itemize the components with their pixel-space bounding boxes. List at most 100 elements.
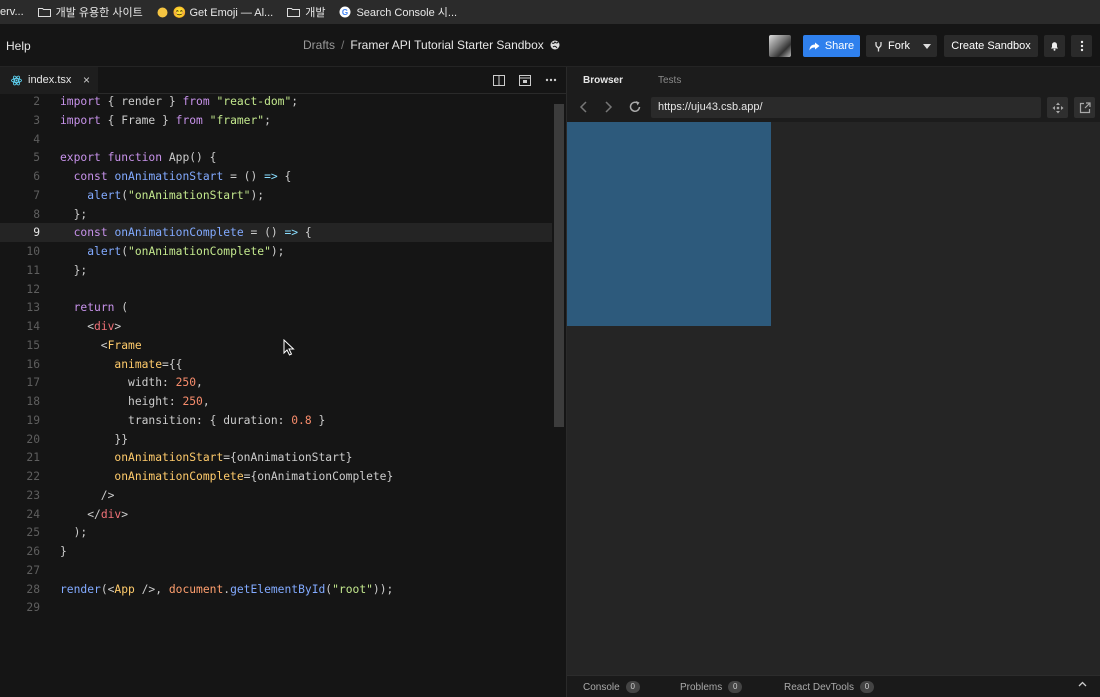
bookmark-label: 개발 유용한 사이트 xyxy=(55,7,143,19)
bookmark-item[interactable]: 😊 Get Emoji — Al... xyxy=(157,6,274,19)
count-badge: 0 xyxy=(625,681,640,693)
breadcrumb-drafts[interactable]: Drafts xyxy=(303,38,335,52)
file-tab-index[interactable]: index.tsx × xyxy=(0,67,98,94)
code-line[interactable]: 13 return ( xyxy=(0,298,552,317)
code-line[interactable]: 19 transition: { duration: 0.8 } xyxy=(0,411,552,430)
chevron-up-icon[interactable] xyxy=(1078,681,1087,687)
console-tab[interactable]: Console 0 xyxy=(583,681,640,693)
code-line[interactable]: 29 xyxy=(0,598,552,617)
problems-tab[interactable]: Problems 0 xyxy=(680,681,743,693)
split-view-button[interactable] xyxy=(491,72,507,88)
tab-tests[interactable]: Tests xyxy=(642,75,717,86)
bookmark-label: erv... xyxy=(0,6,24,18)
bookmark-item[interactable]: erv... xyxy=(0,6,24,18)
share-icon xyxy=(809,42,820,50)
bookmark-label: 😊 Get Emoji — Al... xyxy=(172,6,274,19)
sandbox-title[interactable]: Framer API Tutorial Starter Sandbox xyxy=(350,38,543,52)
line-number: 23 xyxy=(26,488,40,502)
url-input[interactable]: https://uju43.csb.app/ xyxy=(651,97,1041,118)
line-number: 26 xyxy=(26,545,40,558)
code-text: /> xyxy=(60,488,115,502)
devtools-toggle-button[interactable] xyxy=(1047,97,1068,118)
code-line[interactable]: 3 import { Frame } from "framer"; xyxy=(0,111,552,130)
code-line[interactable]: 25 ); xyxy=(0,523,552,542)
code-line[interactable]: 17 width: 250, xyxy=(0,373,552,392)
bookmark-item[interactable]: 개발 유용한 사이트 xyxy=(37,4,143,20)
editor-more-button[interactable] xyxy=(543,72,559,88)
react-devtools-tab-label: React DevTools xyxy=(784,681,855,693)
fork-button[interactable]: Fork xyxy=(866,35,937,57)
code-line[interactable]: 14 <div> xyxy=(0,317,552,336)
code-line[interactable]: 21 onAnimationStart={onAnimationStart} xyxy=(0,448,552,467)
code-line[interactable]: 28 render(<App />, document.getElementByI… xyxy=(0,580,552,599)
more-menu-button[interactable] xyxy=(1071,35,1092,57)
browser-pane: Browser Tests https://uju43.csb.app/ Con… xyxy=(566,67,1100,697)
share-button[interactable]: Share xyxy=(803,35,860,57)
line-number: 3 xyxy=(33,113,40,127)
code-line[interactable]: 15 <Frame xyxy=(0,336,552,355)
line-number: 15 xyxy=(26,338,40,352)
globe-icon xyxy=(550,40,560,50)
line-number: 9 xyxy=(33,226,40,240)
open-new-window-button[interactable] xyxy=(1074,97,1095,118)
preview-icon xyxy=(519,74,531,86)
code-line[interactable]: 8 }; xyxy=(0,205,552,224)
code-line[interactable]: 16 animate={{ xyxy=(0,355,552,374)
avatar[interactable] xyxy=(769,35,791,57)
bookmark-item[interactable]: 개발 xyxy=(287,4,325,20)
line-number: 5 xyxy=(33,151,40,165)
code-line[interactable]: 23 /> xyxy=(0,486,552,505)
react-devtools-tab[interactable]: React DevTools 0 xyxy=(784,681,875,693)
notifications-button[interactable] xyxy=(1044,35,1065,57)
editor-scrollbar[interactable] xyxy=(554,104,564,427)
code-text: height: 250, xyxy=(60,395,210,408)
count-badge: 0 xyxy=(728,681,743,693)
code-line[interactable]: 18 height: 250, xyxy=(0,392,552,411)
code-text: alert("onAnimationStart"); xyxy=(87,188,265,202)
breadcrumb-separator: / xyxy=(341,38,345,52)
line-number: 7 xyxy=(33,188,40,202)
line-number: 18 xyxy=(26,395,40,408)
code-line[interactable]: 2 import { render } from "react-dom"; xyxy=(0,92,552,111)
svg-text:G: G xyxy=(342,8,348,17)
tab-browser[interactable]: Browser xyxy=(567,75,642,86)
code-editor[interactable]: 2 import { render } from "react-dom"; 3 imp… xyxy=(0,94,566,697)
preview-window-button[interactable] xyxy=(517,72,533,88)
code-line[interactable]: 4 xyxy=(0,130,552,149)
code-line[interactable]: 11 }; xyxy=(0,261,552,280)
code-line[interactable]: 22 onAnimationComplete={onAnimationCompl… xyxy=(0,467,552,486)
line-number: 4 xyxy=(33,132,40,146)
help-menu[interactable]: Help xyxy=(6,39,31,53)
code-line[interactable]: 9 const onAnimationComplete = () => { xyxy=(0,223,552,243)
refresh-icon[interactable] xyxy=(628,100,642,114)
code-line[interactable]: 20 }} xyxy=(0,430,552,449)
chevron-down-icon[interactable] xyxy=(923,44,931,49)
bookmark-label: 개발 xyxy=(305,7,326,19)
react-file-icon xyxy=(11,75,22,85)
code-text: transition: { duration: 0.8 } xyxy=(60,413,326,427)
line-number: 12 xyxy=(26,282,40,296)
line-number: 16 xyxy=(26,357,40,371)
bookmarks-bar: erv... 개발 유용한 사이트 😊 Get Emoji — Al... 개발… xyxy=(0,0,1100,24)
code-text: const onAnimationComplete = () => { xyxy=(73,226,312,240)
code-line[interactable]: 27 xyxy=(0,561,552,580)
bookmark-item[interactable]: G Search Console 시... xyxy=(339,4,457,20)
code-line[interactable]: 7 alert("onAnimationStart"); xyxy=(0,186,552,205)
code-line[interactable]: 26} xyxy=(0,542,552,561)
back-arrow-icon[interactable] xyxy=(577,100,591,114)
forward-arrow-icon[interactable] xyxy=(601,100,615,114)
code-line[interactable]: 6 const onAnimationStart = () => { xyxy=(0,167,552,186)
console-tab-label: Console xyxy=(583,681,620,693)
code-line[interactable]: 12 xyxy=(0,280,552,299)
code-text: }; xyxy=(60,207,88,221)
line-number: 21 xyxy=(26,451,40,465)
code-line[interactable]: 5 export function App() { xyxy=(0,148,552,167)
create-sandbox-button[interactable]: Create Sandbox xyxy=(944,35,1038,57)
file-tab-label: index.tsx xyxy=(28,74,72,86)
close-icon[interactable]: × xyxy=(83,73,90,87)
code-line[interactable]: 24 </div> xyxy=(0,505,552,524)
preview-viewport[interactable] xyxy=(567,122,1100,675)
line-number: 11 xyxy=(26,263,40,277)
count-badge: 0 xyxy=(860,681,875,693)
code-line[interactable]: 10 alert("onAnimationComplete"); xyxy=(0,242,552,261)
